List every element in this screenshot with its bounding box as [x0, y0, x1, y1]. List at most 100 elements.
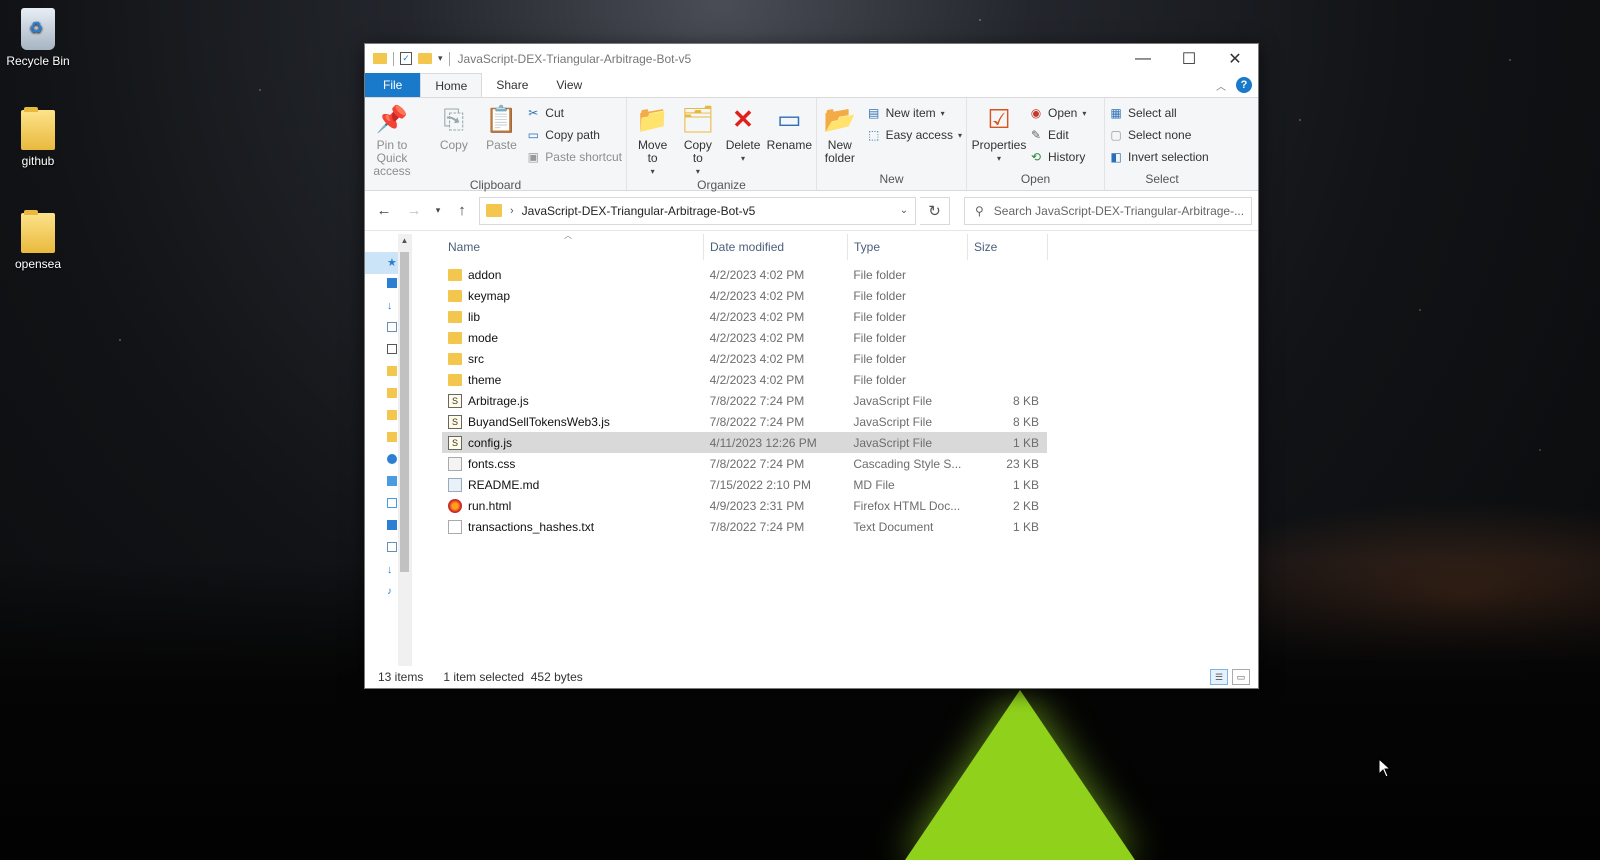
back-button[interactable]: ← — [371, 202, 397, 219]
tab-file[interactable]: File — [365, 73, 421, 97]
desktop-icon-github[interactable]: github — [0, 107, 76, 168]
file-name-cell[interactable]: addon — [442, 268, 704, 282]
help-icon[interactable]: ? — [1236, 77, 1252, 93]
paste-shortcut-button[interactable]: ▣ Paste shortcut — [526, 148, 622, 166]
file-name-cell[interactable]: src — [442, 352, 704, 366]
file-name-cell[interactable]: theme — [442, 373, 704, 387]
file-name-cell[interactable]: S Arbitrage.js — [442, 393, 704, 408]
file-name: config.js — [468, 435, 513, 450]
file-name-cell[interactable]: S BuyandSellTokensWeb3.js — [442, 414, 704, 429]
pictures-nav-icon[interactable] — [387, 344, 397, 354]
tab-share[interactable]: Share — [482, 73, 542, 97]
scroll-up-icon[interactable]: ▲ — [400, 236, 409, 245]
folder-nav-icon[interactable] — [387, 366, 397, 376]
new-folder-icon[interactable] — [418, 53, 432, 64]
maximize-button[interactable]: ☐ — [1166, 44, 1212, 73]
properties-check-icon[interactable]: ✓ — [400, 52, 412, 65]
downloads-nav-icon[interactable]: ↓ — [387, 300, 397, 312]
star-icon[interactable]: ★ — [387, 256, 397, 269]
organize-group: 📁 Move to ▾ 🗂 Copy to ▾ ✕ Delete ▾ ▭ Ren… — [627, 98, 817, 192]
file-row[interactable]: lib 4/2/2023 4:02 PM File folder — [442, 306, 1047, 327]
copy-to-button[interactable]: 🗂 Copy to ▾ — [676, 102, 719, 178]
customize-dropdown-icon[interactable]: ▾ — [438, 53, 443, 64]
invert-selection-button[interactable]: ◧ Invert selection — [1109, 148, 1208, 166]
forward-button[interactable]: → — [401, 202, 427, 219]
file-row[interactable]: src 4/2/2023 4:02 PM File folder — [442, 348, 1047, 369]
file-row[interactable]: mode 4/2/2023 4:02 PM File folder — [442, 327, 1047, 348]
file-row[interactable]: run.html 4/9/2023 2:31 PM Firefox HTML Doc… — [442, 495, 1047, 516]
file-row[interactable]: S BuyandSellTokensWeb3.js 7/8/2022 7:24 PM… — [442, 411, 1047, 432]
nav-scrollbar-thumb[interactable] — [400, 252, 409, 572]
file-name-cell[interactable]: lib — [442, 310, 704, 324]
history-button[interactable]: ⟲ History — [1029, 148, 1086, 166]
file-row[interactable]: README.md 7/15/2022 2:10 PM MD File 1 KB — [442, 474, 1047, 495]
open-button[interactable]: ◉ Open ▾ — [1029, 104, 1087, 122]
rename-button[interactable]: ▭ Rename — [767, 102, 812, 178]
desktop-nav-icon[interactable] — [387, 520, 397, 530]
close-button[interactable]: ✕ — [1212, 44, 1258, 73]
new-folder-button[interactable]: 📂 New folder — [821, 102, 859, 172]
file-name-cell[interactable]: run.html — [442, 498, 704, 513]
collapse-ribbon-icon[interactable]: ︿ — [1216, 78, 1226, 93]
cut-button[interactable]: ✂ Cut — [526, 104, 622, 122]
folder-nav-icon[interactable] — [387, 388, 397, 398]
this-pc-nav-icon[interactable] — [387, 476, 397, 486]
up-button[interactable]: ↑ — [449, 202, 475, 219]
select-none-button[interactable]: ▢ Select none — [1109, 126, 1209, 144]
file-name-cell[interactable]: mode — [442, 331, 704, 345]
chevron-right-icon[interactable]: › — [510, 205, 514, 217]
music-nav-icon[interactable]: ♪ — [387, 586, 397, 597]
documents-nav-icon[interactable] — [387, 322, 397, 332]
search-input[interactable]: ⚲ Search JavaScript-DEX-Triangular-Arbit… — [964, 196, 1252, 225]
tab-view[interactable]: View — [542, 73, 596, 97]
large-icons-view-icon[interactable]: ▭ — [1232, 669, 1250, 685]
file-name-cell[interactable]: Sconfig.js — [442, 435, 704, 450]
address-path[interactable]: JavaScript-DEX-Triangular-Arbitrage-Bot-… — [522, 204, 885, 218]
easy-access-button[interactable]: ⬚ Easy access ▾ — [867, 126, 962, 144]
tab-home[interactable]: Home — [420, 73, 483, 97]
file-name-cell[interactable]: README.md — [442, 477, 704, 492]
folder-nav-icon[interactable] — [387, 432, 397, 442]
onedrive-nav-icon[interactable] — [387, 454, 397, 464]
desktop-nav-icon[interactable] — [387, 278, 397, 288]
folder-nav-icon[interactable] — [387, 410, 397, 420]
delete-button[interactable]: ✕ Delete ▾ — [721, 102, 764, 178]
file-row[interactable]: addon 4/2/2023 4:02 PM File folder — [442, 264, 1047, 285]
column-size-header[interactable]: Size — [968, 234, 1048, 260]
move-to-button[interactable]: 📁 Move to ▾ — [631, 102, 674, 178]
copy-path-button[interactable]: ▭ Copy path — [526, 126, 622, 144]
file-name-cell[interactable]: fonts.css — [442, 456, 704, 471]
file-row[interactable]: theme 4/2/2023 4:02 PM File folder — [442, 369, 1047, 390]
paste-button[interactable]: 📋 Paste — [479, 102, 525, 178]
column-name-header[interactable]: ︿ Name — [442, 231, 704, 260]
3d-objects-nav-icon[interactable] — [387, 498, 397, 508]
file-row[interactable]: keymap 4/2/2023 4:02 PM File folder — [442, 285, 1047, 306]
refresh-button[interactable]: ↻ — [920, 196, 950, 225]
file-row[interactable]: S Arbitrage.js 7/8/2022 7:24 PM JavaScript … — [442, 390, 1047, 411]
file-row[interactable]: fonts.css 7/8/2022 7:24 PM Cascading Style… — [442, 453, 1047, 474]
title-bar[interactable]: ✓ ▾ JavaScript-DEX-Triangular-Arbitrage-… — [365, 44, 1258, 73]
desktop-icon-recycle-bin[interactable]: Recycle Bin — [0, 8, 76, 68]
file-date: 7/8/2022 7:24 PM — [709, 519, 805, 534]
column-date-header[interactable]: Date modified — [704, 234, 848, 260]
desktop-icon-opensea[interactable]: opensea — [0, 210, 76, 271]
details-view-icon[interactable]: ☰ — [1210, 669, 1228, 685]
chevron-down-icon[interactable]: ⌄ — [893, 205, 915, 216]
properties-button[interactable]: ☑ Properties ▾ — [971, 102, 1027, 172]
recent-locations-icon[interactable]: ▾ — [431, 205, 445, 216]
copy-button[interactable]: ⎘ Copy — [431, 102, 477, 178]
minimize-button[interactable]: — — [1120, 44, 1166, 73]
new-item-button[interactable]: ▤ New item ▾ — [867, 104, 962, 122]
file-row[interactable]: transactions_hashes.txt 7/8/2022 7:24 PM T… — [442, 516, 1047, 537]
file-name-cell[interactable]: keymap — [442, 289, 704, 303]
column-type-header[interactable]: Type — [848, 234, 968, 260]
documents-nav-icon[interactable] — [387, 542, 397, 552]
edit-button[interactable]: ✎ Edit — [1029, 126, 1086, 144]
address-bar[interactable]: › JavaScript-DEX-Triangular-Arbitrage-Bo… — [479, 196, 916, 225]
downloads-nav-icon[interactable]: ↓ — [387, 564, 397, 576]
file-row[interactable]: Sconfig.js 4/11/2023 12:26 PM JavaScript F… — [442, 432, 1047, 453]
file-name-cell[interactable]: transactions_hashes.txt — [442, 519, 704, 534]
pin-quick-access-button[interactable]: 📌 Pin to Quick access — [369, 102, 415, 178]
copy-path-icon: ▭ — [527, 128, 539, 142]
select-all-button[interactable]: ▦ Select all — [1109, 104, 1209, 122]
